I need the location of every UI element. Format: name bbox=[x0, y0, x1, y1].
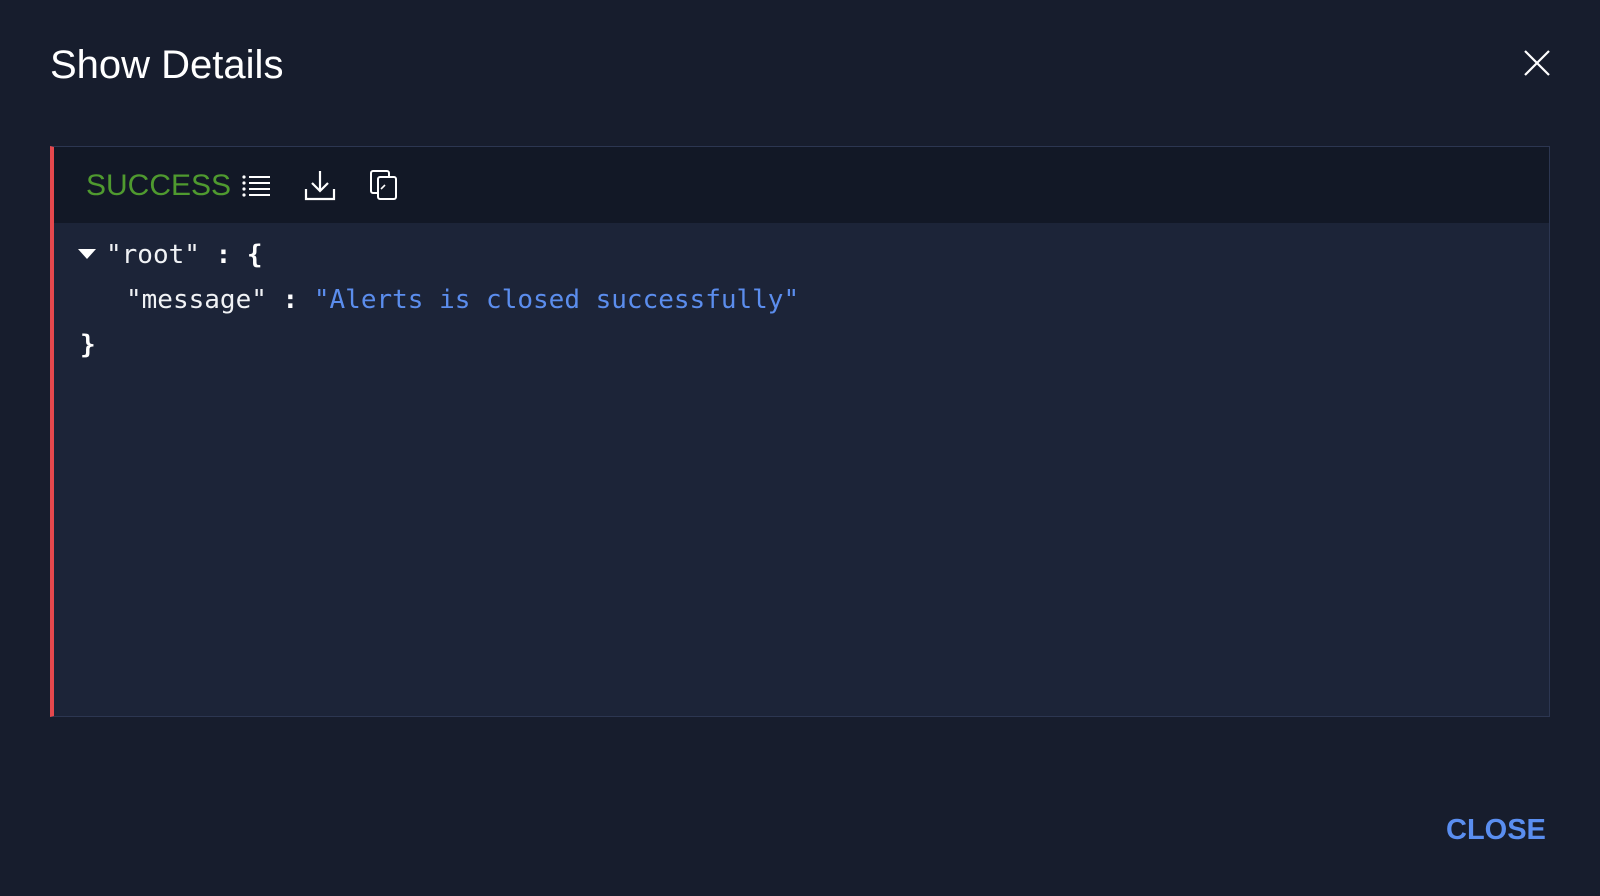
json-close-line: } bbox=[78, 323, 799, 368]
collapse-toggle-icon[interactable] bbox=[78, 248, 96, 259]
download-icon[interactable] bbox=[302, 167, 338, 203]
json-entry: "message" : "Alerts is closed successful… bbox=[78, 278, 799, 323]
show-details-dialog: Show Details SUCCESS "root": {"message… bbox=[0, 0, 1600, 896]
json-root-key: "root" bbox=[106, 240, 200, 270]
list-icon[interactable] bbox=[238, 167, 274, 203]
json-colon: : bbox=[282, 285, 299, 315]
response-toolbar: SUCCESS bbox=[54, 147, 1549, 223]
json-close-brace: } bbox=[80, 330, 96, 360]
close-button[interactable]: CLOSE bbox=[1446, 810, 1546, 850]
json-open-brace: { bbox=[246, 240, 263, 270]
json-entry-key: "message" bbox=[126, 285, 267, 315]
status-label: SUCCESS bbox=[86, 169, 232, 202]
json-tree: "root" : { "message" : "Alerts is closed… bbox=[78, 233, 799, 368]
dialog-title: Show Details bbox=[50, 43, 284, 87]
json-root-line: "root" : { bbox=[78, 233, 799, 278]
copy-icon[interactable] bbox=[366, 167, 402, 203]
response-panel: SUCCESS "root": {"message": "Alerts i… bbox=[50, 146, 1550, 717]
close-icon[interactable] bbox=[1518, 44, 1556, 82]
json-entry-value: "Alerts is closed successfully" bbox=[313, 285, 800, 315]
json-colon: : bbox=[215, 240, 232, 270]
